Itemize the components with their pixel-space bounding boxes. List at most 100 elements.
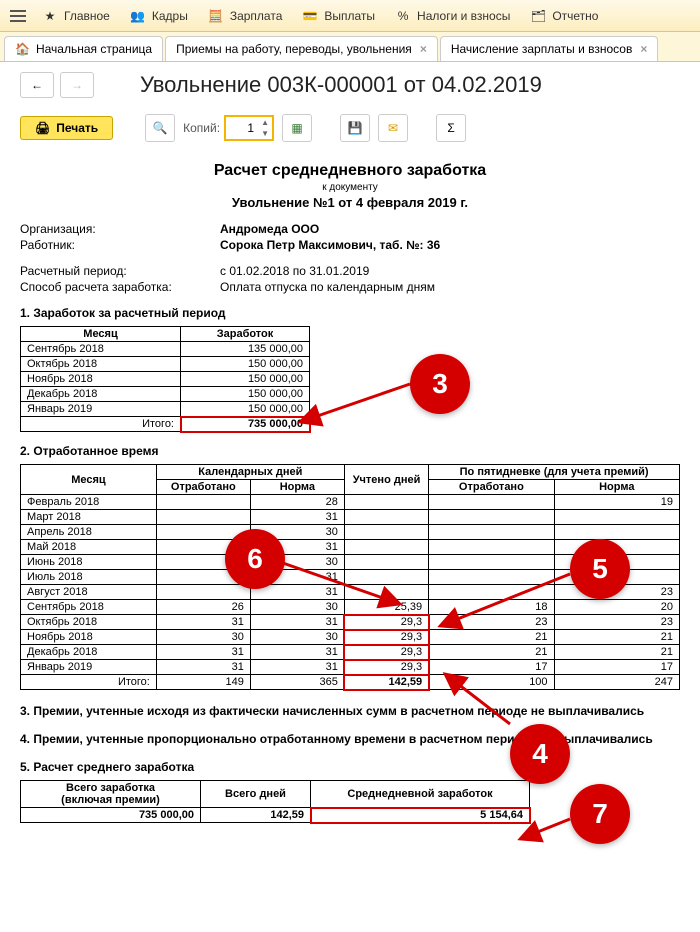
copies-spinner[interactable]: ▲▼	[224, 115, 274, 141]
table-row: Декабрь 2018313129,32121	[21, 645, 680, 660]
preview-button[interactable]: 🔍	[145, 114, 175, 142]
copies-label: Копий:	[183, 121, 220, 135]
col-accounted: Учтено дней	[344, 465, 428, 495]
menu-hr[interactable]: 👥Кадры	[120, 0, 198, 32]
val-total-earn: 735 000,00	[21, 808, 201, 823]
menu-taxes[interactable]: %Налоги и взносы	[385, 0, 520, 32]
callout-6: 6	[225, 529, 285, 589]
magnifier-icon: 🔍	[153, 121, 168, 135]
table-row: Декабрь 2018150 000,00	[21, 387, 310, 402]
table-total-row: Итого:149365142,59100247	[21, 675, 680, 690]
table-total-row: Итого:735 000,00	[21, 417, 310, 432]
print-button[interactable]: 🖨Печать	[20, 116, 113, 140]
toolbar: 🖨Печать 🔍 Копий: ▲▼ ▦ 💾 ✉ Σ	[0, 108, 700, 154]
nav-forward-button[interactable]: →	[60, 72, 94, 98]
menu-salary[interactable]: 🧮Зарплата	[198, 0, 293, 32]
hamburger-icon[interactable]	[4, 4, 32, 28]
period-label: Расчетный период:	[20, 264, 220, 278]
period-value: с 01.02.2018 по 31.01.2019	[220, 264, 369, 278]
table-row: Ноябрь 2018303029,32121	[21, 630, 680, 645]
col-total-earn: Всего заработка(включая премии)	[21, 781, 201, 808]
section4-text: 4. Премии, учтенные пропорционально отра…	[20, 732, 680, 746]
arrow-7	[515, 819, 575, 849]
printer-icon: 🖨	[35, 121, 50, 135]
col-avg-daily: Среднедневной заработок	[311, 781, 530, 808]
star-icon: ★	[42, 8, 58, 24]
section3-text: 3. Премии, учтенные исходя из фактически…	[20, 704, 680, 718]
col-cal-worked: Отработано	[156, 480, 250, 495]
document-area: Расчет среднедневного заработка к докуме…	[0, 154, 700, 831]
emp-label: Работник:	[20, 238, 220, 252]
table-row: Ноябрь 2018150 000,00	[21, 372, 310, 387]
table-row: Апрель 201830	[21, 525, 680, 540]
callout-7: 7	[570, 784, 630, 844]
col-cal-norm: Норма	[250, 480, 344, 495]
section5-title: 5. Расчет среднего заработка	[20, 760, 680, 774]
val-avg-daily: 5 154,64	[311, 808, 530, 823]
table-row: Февраль 20182819	[21, 495, 680, 510]
page-title: Увольнение 003К-000001 от 04.02.2019	[140, 72, 542, 98]
method-label: Способ расчета заработка:	[20, 280, 220, 294]
tab-home[interactable]: 🏠Начальная страница	[4, 36, 163, 61]
arrow-3	[295, 384, 415, 434]
col-fiveday: По пятидневке (для учета премий)	[429, 465, 680, 480]
sigma-icon: Σ	[447, 121, 454, 135]
menu-main[interactable]: ★Главное	[32, 0, 120, 32]
table-row: Октябрь 2018313129,32323	[21, 615, 680, 630]
tab-bar: 🏠Начальная страница Приемы на работу, пе…	[0, 32, 700, 62]
close-icon[interactable]: ×	[640, 42, 647, 56]
doc-subtitle: Увольнение №1 от 4 февраля 2019 г.	[20, 195, 680, 210]
org-value: Андромеда ООО	[220, 222, 319, 236]
doc-title: Расчет среднедневного заработка	[20, 162, 680, 180]
nav-back-button[interactable]: ←	[20, 72, 54, 98]
grid-icon: ▦	[291, 121, 302, 135]
col-cal-days: Календарных дней	[156, 465, 344, 480]
report-icon: 🗂	[530, 8, 546, 24]
top-menu-bar: ★Главное 👥Кадры 🧮Зарплата 💳Выплаты %Нало…	[0, 0, 700, 32]
emp-value: Сорока Петр Максимович, таб. №: 36	[220, 238, 440, 252]
section1-title: 1. Заработок за расчетный период	[20, 306, 680, 320]
table-row: Октябрь 2018150 000,00	[21, 357, 310, 372]
grid-button[interactable]: ▦	[282, 114, 312, 142]
wallet-icon: 💳	[302, 8, 318, 24]
table-row: Сентябрь 2018135 000,00	[21, 342, 310, 357]
mail-button[interactable]: ✉	[378, 114, 408, 142]
percent-icon: %	[395, 8, 411, 24]
avg-calc-table: Всего заработка(включая премии) Всего дн…	[20, 780, 530, 823]
table-row: Март 201831	[21, 510, 680, 525]
callout-3: 3	[410, 354, 470, 414]
callout-5: 5	[570, 539, 630, 599]
nav-row: ← → Увольнение 003К-000001 от 04.02.2019	[0, 62, 700, 108]
col-month: Месяц	[21, 465, 157, 495]
table-row: Январь 2019313129,31717	[21, 660, 680, 675]
sum-button[interactable]: Σ	[436, 114, 466, 142]
spinner-down[interactable]: ▼	[258, 128, 272, 139]
table-row: Январь 2019150 000,00	[21, 402, 310, 417]
tab-payroll[interactable]: Начисление зарплаты и взносов×	[440, 36, 659, 61]
calc-icon: 🧮	[208, 8, 224, 24]
mail-icon: ✉	[388, 121, 398, 135]
col-week-norm: Норма	[554, 480, 679, 495]
menu-reports[interactable]: 🗂Отчетно	[520, 0, 608, 32]
close-icon[interactable]: ×	[420, 42, 427, 56]
people-icon: 👥	[130, 8, 146, 24]
save-button[interactable]: 💾	[340, 114, 370, 142]
floppy-icon: 💾	[348, 121, 363, 135]
col-week-worked: Отработано	[429, 480, 554, 495]
spinner-up[interactable]: ▲	[258, 117, 272, 128]
copies-group: Копий: ▲▼	[183, 115, 274, 141]
earnings-table: МесяцЗаработок Сентябрь 2018135 000,00Ок…	[20, 326, 310, 432]
tab-hires[interactable]: Приемы на работу, переводы, увольнения×	[165, 36, 438, 61]
doc-sub: к документу	[20, 182, 680, 193]
col-month: Месяц	[21, 327, 181, 342]
copies-input[interactable]	[226, 117, 258, 139]
callout-4: 4	[510, 724, 570, 784]
section2-title: 2. Отработанное время	[20, 444, 680, 458]
col-total-days: Всего дней	[201, 781, 311, 808]
col-earn: Заработок	[181, 327, 310, 342]
home-icon: 🏠	[15, 42, 30, 56]
method-value: Оплата отпуска по календарным дням	[220, 280, 435, 294]
menu-payments[interactable]: 💳Выплаты	[292, 0, 385, 32]
table-row: Сентябрь 2018263025,391820	[21, 600, 680, 615]
val-total-days: 142,59	[201, 808, 311, 823]
